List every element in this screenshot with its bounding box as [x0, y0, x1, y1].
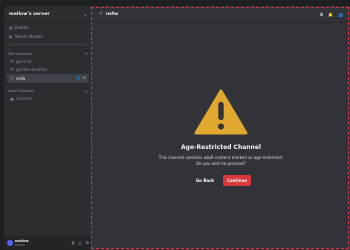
channel-garden-buddies[interactable]: # garden-buddies	[7, 66, 89, 75]
channel-label: General	[16, 96, 32, 102]
channel-title: nsfw	[105, 11, 119, 17]
category-voice-channels[interactable]: Voice Channels +	[4, 86, 92, 95]
channel-general[interactable]: # general	[7, 57, 89, 66]
divider	[9, 44, 87, 45]
channel-label: nsfw	[16, 75, 26, 81]
bell-icon[interactable]: 🔔	[328, 12, 333, 17]
user-panel: mallow Online 🎙 🎧 ⚙	[4, 236, 92, 250]
invite-icon[interactable]: 👤	[76, 76, 80, 80]
channel-label: general	[16, 58, 32, 64]
threads-icon[interactable]: ⧉	[320, 12, 323, 17]
gate-title: Age-Restricted Channel	[181, 144, 261, 151]
age-gate: Age-Restricted Channel This channel cont…	[92, 88, 350, 186]
go-back-button[interactable]: Go Back	[191, 175, 219, 186]
sidebar-item-server-boosts[interactable]: ◆ Server Boosts	[4, 32, 92, 41]
category-label: Text Channels	[8, 51, 32, 56]
channel-header: # nsfw ⧉ 🔔 👥	[92, 6, 350, 23]
add-channel-icon[interactable]: +	[85, 51, 88, 56]
microphone-icon[interactable]: 🎙	[71, 241, 76, 245]
headphones-icon[interactable]: 🎧	[78, 241, 82, 245]
user-status: Online	[15, 243, 25, 247]
members-icon[interactable]: 👥	[338, 12, 343, 17]
main-pane: # nsfw ⧉ 🔔 👥 Age-Restricted Channel This…	[92, 6, 350, 250]
hash-icon: #	[99, 11, 103, 17]
channel-nsfw[interactable]: # nsfw 👤 ⚙	[7, 74, 89, 83]
channel-label: garden-buddies	[16, 67, 48, 73]
server-name: mallow's server	[9, 11, 50, 17]
sidebar-item-label: Events	[15, 25, 29, 30]
add-channel-icon[interactable]: +	[85, 89, 88, 94]
gear-icon[interactable]: ⚙	[83, 76, 86, 80]
voice-channel-general[interactable]: 🔈 General	[7, 95, 89, 104]
gate-line-2: Do you wish to proceed?	[196, 161, 246, 166]
channel-sidebar: mallow's server ⌄ ▦ Events ◆ Server Boos…	[4, 6, 92, 250]
warning-icon	[194, 89, 248, 135]
server-header[interactable]: mallow's server ⌄	[4, 6, 92, 23]
chevron-down-icon: ⌄	[83, 11, 87, 17]
category-text-channels[interactable]: Text Channels +	[4, 48, 92, 57]
gate-description: This channel contains adult content mark…	[92, 155, 350, 167]
category-label: Voice Channels	[8, 89, 34, 93]
avatar[interactable]	[7, 240, 13, 246]
sidebar-item-label: Server Boosts	[15, 34, 43, 39]
gear-icon[interactable]: ⚙	[86, 241, 89, 245]
continue-button[interactable]: Continue	[223, 175, 251, 186]
sidebar-item-events[interactable]: ▦ Events	[4, 23, 92, 32]
